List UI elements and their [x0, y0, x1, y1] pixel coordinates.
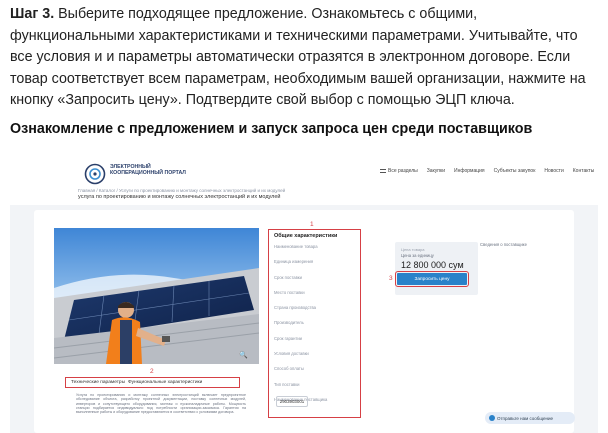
portal-screenshot: ЭЛЕКТРОННЫЙ КООПЕРАЦИОННЫЙ ПОРТАЛ Все ра…	[10, 150, 598, 433]
marker-1: 1	[310, 221, 314, 228]
characteristic-item: Наименование товара	[274, 244, 318, 249]
breadcrumb[interactable]: Главная / Каталог / Услуги по проектиров…	[78, 188, 285, 193]
tab-functional-characteristics[interactable]: Функциональные характеристики	[128, 380, 202, 385]
characteristic-item: Единица измерения	[274, 259, 314, 265]
price-sub: Цена за единицу	[401, 253, 434, 258]
menu-icon	[380, 169, 386, 173]
zoom-icon[interactable]: 🔍	[239, 351, 248, 359]
nav-all-sections[interactable]: Все разделы	[380, 168, 418, 174]
characteristic-item: Место поставки	[274, 289, 305, 295]
portal-logo-icon[interactable]	[84, 163, 106, 185]
marker-2: 2	[150, 368, 154, 375]
marker-3: 3	[389, 275, 393, 282]
characteristics-list: Наименование товара Единица измерения Ср…	[274, 244, 358, 412]
supplier-info-link[interactable]: Сведения о поставщике	[480, 242, 527, 247]
top-navigation: Все разделы Закупки Информация Субъекты …	[380, 168, 594, 174]
nav-information[interactable]: Информация	[454, 168, 485, 174]
nav-procurement[interactable]: Закупки	[427, 168, 445, 174]
step-label: Шаг 3.	[10, 6, 55, 22]
characteristics-title: Общие характеристики	[274, 233, 338, 239]
price-meta: Цена товара	[401, 247, 425, 252]
price-panel: Цена товара Цена за единицу 12 800 000 с…	[395, 242, 478, 295]
portal-logo-text: ЭЛЕКТРОННЫЙ КООПЕРАЦИОННЫЙ ПОРТАЛ	[110, 164, 186, 176]
tab-technical-parameters[interactable]: Технические параметры	[71, 380, 125, 385]
chat-button[interactable]: Отправьте нам сообщение	[485, 412, 575, 424]
chat-label: Отправьте нам сообщение	[497, 415, 554, 421]
characteristic-item: Условия доставки	[274, 351, 309, 357]
product-id-badge: 2903903001	[276, 396, 308, 407]
characteristic-item: Срок гарантии	[274, 335, 303, 341]
nav-subjects[interactable]: Субъекты закупок	[494, 168, 536, 174]
characteristic-item: Способ оплаты	[274, 366, 304, 372]
section-heading: Ознакомление с предложением и запуск зап…	[10, 121, 533, 137]
product-title: услуга по проектированию и монтажу солне…	[78, 194, 281, 200]
request-price-button[interactable]: Запросить цену	[395, 271, 469, 287]
parameters-tabs: Технические параметры Функциональные хар…	[65, 377, 240, 388]
characteristic-item: Тип поставки	[274, 381, 300, 387]
characteristic-item: Производитель	[274, 320, 304, 326]
price-value: 12 800 000 сум	[401, 260, 464, 270]
step-text: Выберите подходящее предложение. Ознаком…	[10, 6, 586, 108]
nav-label: Все разделы	[388, 168, 418, 174]
characteristic-item: Срок поставки	[274, 274, 302, 280]
characteristic-item: Страна производства	[274, 305, 316, 311]
nav-news[interactable]: Новости	[544, 168, 563, 174]
nav-contacts[interactable]: Контакты	[573, 168, 595, 174]
chat-icon	[489, 415, 495, 421]
solar-panel-photo	[54, 228, 259, 364]
characteristics-panel: Общие характеристики Наименование товара…	[268, 229, 361, 418]
portal-header: ЭЛЕКТРОННЫЙ КООПЕРАЦИОННЫЙ ПОРТАЛ Все ра…	[10, 150, 598, 205]
article-step-paragraph: Шаг 3. Выберите подходящее предложение. …	[10, 4, 600, 112]
product-description: Услуга по проектированию и монтажу солне…	[76, 393, 246, 415]
